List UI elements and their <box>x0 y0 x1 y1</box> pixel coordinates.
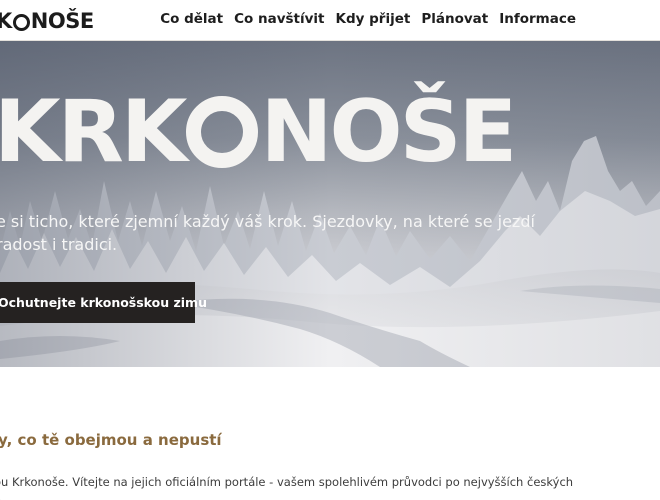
cta-button[interactable]: Ochutnejte krkonošskou zimu <box>0 282 207 323</box>
section-intro-line: ou Krkonoše. Vítejte na jejich oficiální… <box>0 475 574 489</box>
logo-text-start: K <box>0 9 12 33</box>
hero-title-start: KRK <box>0 82 188 182</box>
section-heading: y, co tě obejmou a nepustí <box>0 431 222 449</box>
logo-text-end: NOŠE <box>30 9 94 33</box>
nav-item-planovat[interactable]: Plánovat <box>421 11 488 27</box>
hero-description: e si ticho, které zjemní každý váš krok.… <box>0 210 535 256</box>
hero-banner: KRK NOŠE e si ticho, které zjemní každý v… <box>0 41 660 367</box>
logo-o-mark <box>12 13 30 31</box>
nav-item-kdy-prijet[interactable]: Kdy přijet <box>336 11 411 27</box>
nav-item-co-navstivit[interactable]: Co navštívit <box>234 11 324 27</box>
section-intro-text: ou Krkonoše. Vítejte na jejich oficiální… <box>0 473 573 500</box>
site-logo[interactable]: K NOŠE <box>0 8 94 34</box>
site-header: K NOŠE Co dělat Co navštívit Kdy přijet P… <box>0 0 660 41</box>
hero-title: KRK NOŠE <box>0 82 518 182</box>
hero-description-line: e si ticho, které zjemní každý váš krok.… <box>0 212 535 231</box>
hero-title-o-mark <box>185 96 258 168</box>
nav-item-informace[interactable]: Informace <box>499 11 576 27</box>
main-nav: Co dělat Co navštívit Kdy přijet Plánova… <box>160 11 576 27</box>
hero-description-line: radost i tradici. <box>0 235 118 254</box>
nav-item-co-delat[interactable]: Co dělat <box>160 11 223 27</box>
hero-title-end: NOŠE <box>260 82 518 182</box>
section-intro-line: h <box>0 492 573 500</box>
